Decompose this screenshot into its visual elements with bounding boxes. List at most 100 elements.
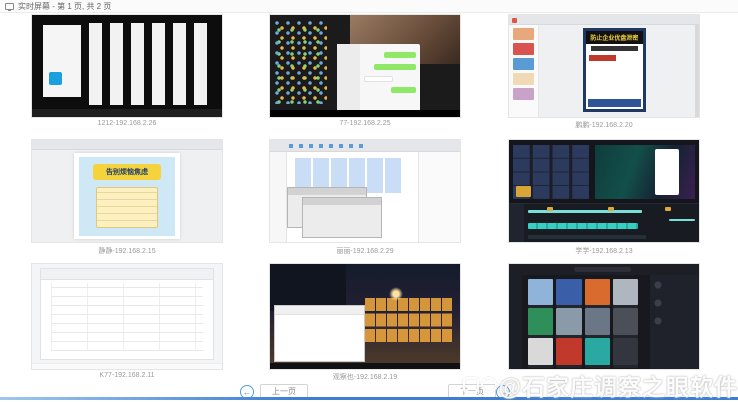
desktop-window: [43, 25, 81, 96]
tile-caption: 静静-192.168.2.15: [32, 246, 222, 256]
slide-thumb: [513, 43, 534, 55]
cartoon-poster: 告别烦恼焦虑: [79, 157, 175, 236]
watermark-logo-round-icon: [481, 377, 497, 393]
chat-bubble: [391, 87, 416, 93]
toolbar-buttons: [289, 144, 365, 148]
warm-shop-windows: [365, 298, 452, 342]
screen-tile-8[interactable]: [270, 264, 460, 369]
app-logo-icon: [49, 72, 62, 85]
taskbar: [270, 363, 460, 369]
left-rail: [509, 275, 522, 370]
chat-window: [337, 44, 421, 111]
tile-caption: 鹏鹏-192.168.2.20: [509, 120, 699, 130]
template-card[interactable]: [585, 308, 610, 335]
app-toolbar: [32, 140, 222, 150]
prev-page-label: 上一页: [272, 386, 296, 397]
timeline-clip: [528, 210, 642, 213]
template-card[interactable]: [613, 279, 638, 306]
scrollbar[interactable]: [695, 25, 699, 117]
slide-thumbnail-panel: [509, 25, 539, 117]
spreadsheet-page: [40, 268, 215, 359]
window-title: 实时屏幕 - 第 1 页, 共 2 页: [18, 1, 111, 12]
poster-note-board: [96, 187, 157, 228]
app-toolbar: [270, 140, 460, 152]
screen-tile-3[interactable]: 防止企业优盘泄密: [509, 15, 699, 117]
left-arrow-glyph: ←: [243, 388, 252, 397]
template-card[interactable]: [585, 279, 610, 306]
chat-bubble: [374, 64, 416, 70]
tile-caption: 1212-192.168.2.26: [32, 120, 222, 127]
security-poster: 防止企业优盘泄密: [583, 28, 646, 112]
app-badge-icon: [512, 18, 517, 23]
status-bar: [32, 363, 222, 369]
window-titlebar: [275, 306, 364, 315]
screen-tile-7[interactable]: [32, 264, 222, 369]
screen-tile-4[interactable]: 告别烦恼焦虑: [32, 140, 222, 242]
app-topbar: [509, 264, 699, 275]
template-card[interactable]: [556, 308, 581, 335]
timeline-marker: [547, 207, 553, 211]
app-toolbar: [509, 15, 699, 25]
chat-contact-list: [337, 44, 360, 111]
desktop-icons: [274, 20, 327, 104]
dialog-window: [302, 197, 382, 238]
foreground-window: [274, 305, 365, 362]
watermark: @石家庄调察之眼软件: [463, 368, 738, 402]
timeline-marker: [608, 207, 614, 211]
timeline-marker: [665, 207, 671, 211]
dialog-titlebar: [288, 188, 366, 195]
template-card[interactable]: [585, 338, 610, 365]
tile-caption: 77-192.168.2.25: [270, 120, 460, 127]
table-grid-lines: [51, 283, 203, 351]
poster-footer-bar: [588, 99, 640, 107]
right-panel: [418, 152, 460, 242]
tile-caption: 观察也-192.168.2.19: [270, 372, 460, 382]
table-header-band: [41, 269, 214, 280]
slide-thumb: [513, 28, 534, 40]
timeline-clip: [669, 219, 696, 221]
track-headers: [509, 204, 524, 242]
template-card[interactable]: [613, 338, 638, 365]
timeline: [509, 203, 699, 242]
screen-tile-5[interactable]: [270, 140, 460, 242]
audio-track: [528, 235, 646, 239]
screen-tile-1[interactable]: [32, 15, 222, 117]
tile-caption: 丽丽-192.168.2.29: [270, 246, 460, 256]
preview-phone-card: [655, 149, 679, 195]
poster-title: 告别烦恼焦虑: [93, 164, 162, 180]
chat-bubble: [364, 76, 392, 82]
left-panel: [270, 152, 287, 242]
screen-tile-2[interactable]: [270, 15, 460, 117]
document-page: 告别烦恼焦虑: [74, 153, 180, 239]
taskbar: [270, 110, 460, 117]
screens-icon: [5, 3, 14, 10]
dialog-titlebar: [303, 198, 381, 205]
slide-thumb: [513, 58, 534, 70]
template-card[interactable]: [528, 308, 553, 335]
tile-caption: K77-192.168.2.11: [32, 372, 222, 379]
slide-thumb: [513, 88, 534, 100]
preview-canvas: [595, 145, 696, 199]
template-card[interactable]: [528, 279, 553, 306]
right-panel: [650, 275, 699, 370]
watermark-logo-square-icon: [463, 377, 479, 393]
template-card-grid: [528, 279, 638, 365]
poster-highlight: [589, 55, 615, 60]
watermark-text: @石家庄调察之眼软件: [499, 368, 738, 402]
media-bin-grid: [513, 145, 589, 199]
media-thumb-yellow: [516, 186, 531, 197]
template-card[interactable]: [528, 338, 553, 365]
template-card[interactable]: [556, 279, 581, 306]
template-card[interactable]: [556, 338, 581, 365]
desktop-window-strips: [89, 23, 214, 105]
template-card[interactable]: [613, 308, 638, 335]
taskbar: [32, 109, 222, 117]
window-titlebar: 实时屏幕 - 第 1 页, 共 2 页: [0, 0, 738, 13]
timeline-clip: [528, 223, 638, 229]
search-pill[interactable]: [574, 267, 631, 272]
poster-title: 防止企业优盘泄密: [586, 31, 643, 44]
screen-tile-9[interactable]: [509, 264, 699, 369]
screen-tile-6[interactable]: [509, 140, 699, 242]
chat-bubble: [384, 52, 416, 58]
tile-caption: 学学-192.168.2.13: [509, 246, 699, 256]
